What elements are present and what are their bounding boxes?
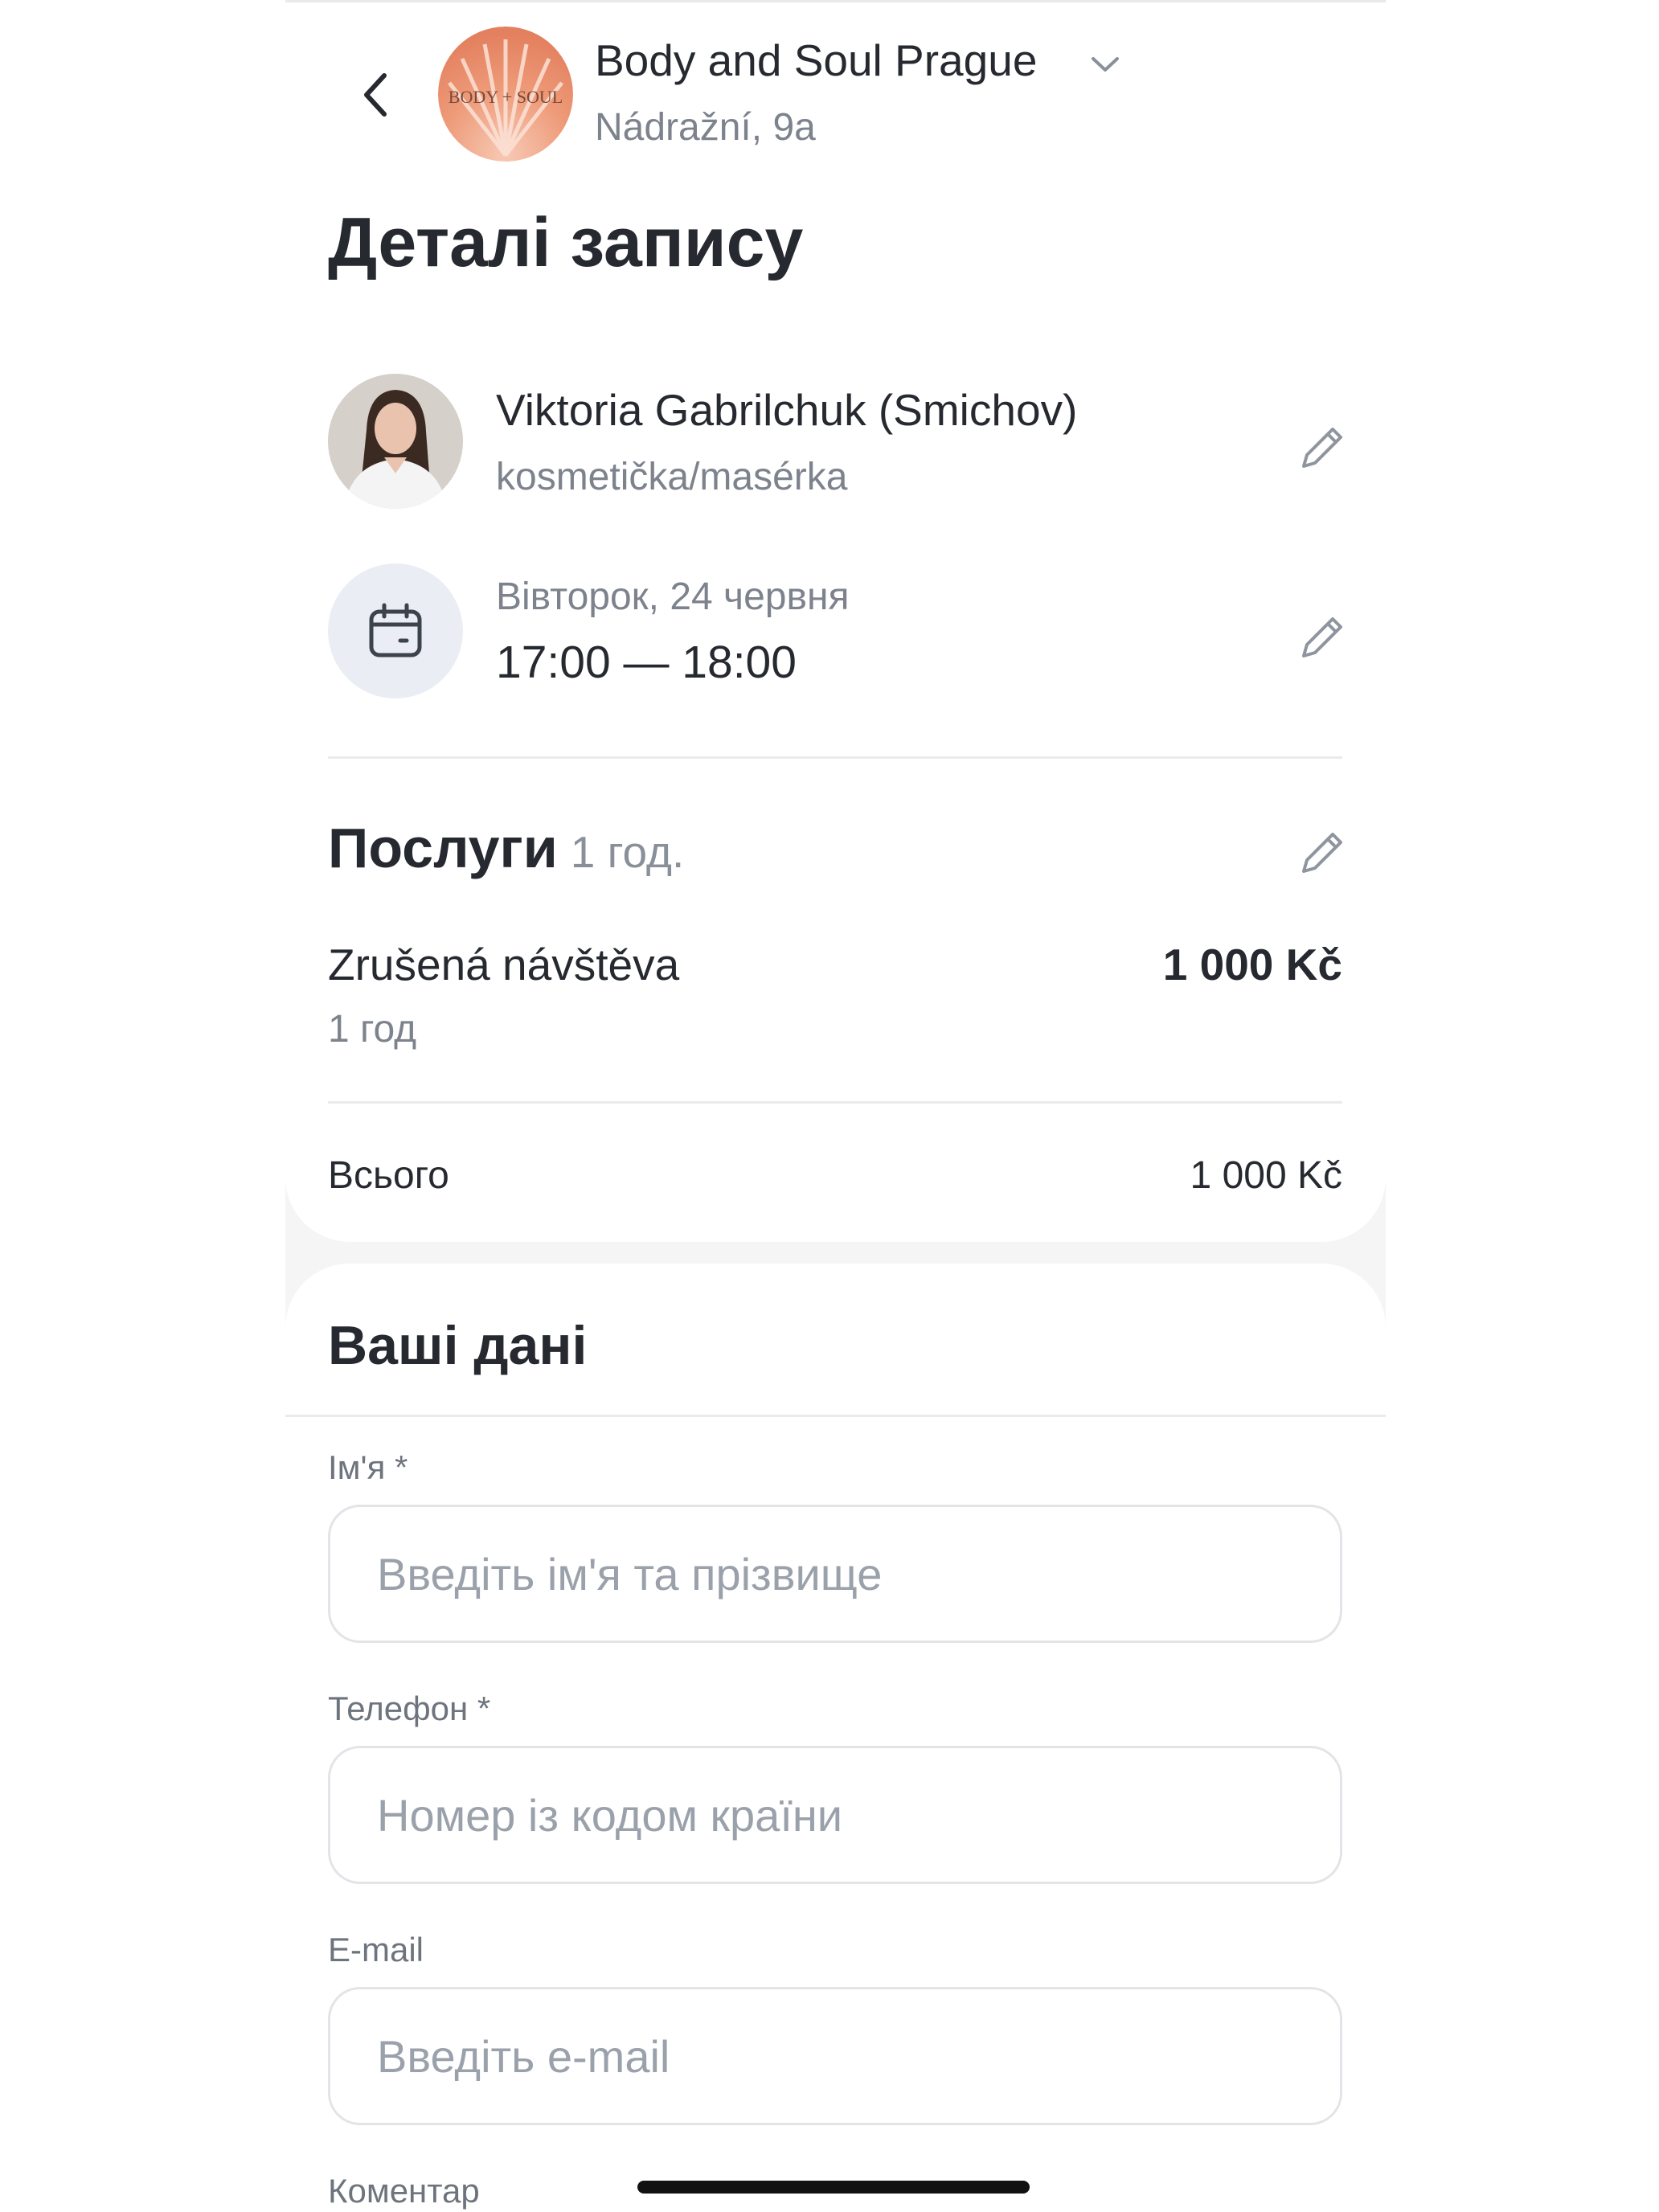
- edit-datetime-button[interactable]: [1290, 605, 1354, 670]
- chevron-left-icon: [364, 73, 387, 117]
- services-heading: Послуги 1 год.: [328, 816, 684, 880]
- edit-master-button[interactable]: [1290, 416, 1354, 480]
- chevron-down-icon: [1092, 57, 1119, 72]
- comment-label: Коментар: [328, 2172, 480, 2210]
- salon-switch-button[interactable]: [1085, 44, 1125, 84]
- calendar-icon-circle: [328, 563, 463, 698]
- salon-name[interactable]: Body and Soul Prague: [595, 35, 1037, 86]
- section-divider: [328, 1101, 1342, 1104]
- salon-address: Nádražní, 9a: [595, 106, 816, 149]
- salon-logo[interactable]: BODY + SOUL: [438, 27, 573, 162]
- email-label: E-mail: [328, 1931, 424, 1968]
- pencil-icon: [1302, 617, 1342, 657]
- shell-logo-image: BODY + SOUL: [438, 27, 573, 162]
- email-input[interactable]: [328, 1987, 1342, 2125]
- phone-input[interactable]: [328, 1746, 1342, 1884]
- logo-text: BODY + SOUL: [449, 87, 563, 107]
- client-data-card: Ваші дані Ім'я * Телефон * E-mail Комент…: [285, 1264, 1386, 2212]
- master-role: kosmetička/masérka: [496, 456, 848, 498]
- back-button[interactable]: [348, 67, 404, 123]
- total-label: Всього: [328, 1154, 449, 1197]
- total-value: 1 000 Kč: [1190, 1154, 1342, 1197]
- appointment-time: 17:00 — 18:00: [496, 637, 797, 688]
- master-avatar: [328, 374, 463, 509]
- service-name: Zrušená návštěva: [328, 940, 680, 989]
- name-label: Ім'я *: [328, 1448, 408, 1486]
- services-duration: 1 год.: [570, 827, 685, 877]
- appointment-date: Вівторок, 24 червня: [496, 576, 850, 618]
- form-title: Ваші дані: [328, 1315, 588, 1376]
- master-name: Viktoria Gabrilchuk (Smichov): [496, 385, 1078, 435]
- section-divider: [328, 756, 1342, 759]
- pencil-icon: [1302, 833, 1342, 873]
- services-title: Послуги: [328, 817, 558, 879]
- booking-details-card: BODY + SOUL Body and Soul Prague Nádražn…: [285, 0, 1386, 1242]
- booking-screen: BODY + SOUL Body and Soul Prague Nádražn…: [285, 0, 1386, 2212]
- page-title: Деталі запису: [328, 204, 804, 281]
- service-duration: 1 год: [328, 1008, 417, 1051]
- name-input[interactable]: [328, 1505, 1342, 1643]
- form-divider: [285, 1415, 1386, 1417]
- service-price: 1 000 Kč: [1162, 940, 1342, 989]
- phone-label: Телефон *: [328, 1690, 491, 1727]
- edit-services-button[interactable]: [1290, 821, 1354, 885]
- pencil-icon: [1302, 428, 1342, 468]
- avatar-photo: [328, 374, 463, 509]
- calendar-icon: [369, 603, 422, 657]
- home-indicator[interactable]: [637, 2181, 1030, 2194]
